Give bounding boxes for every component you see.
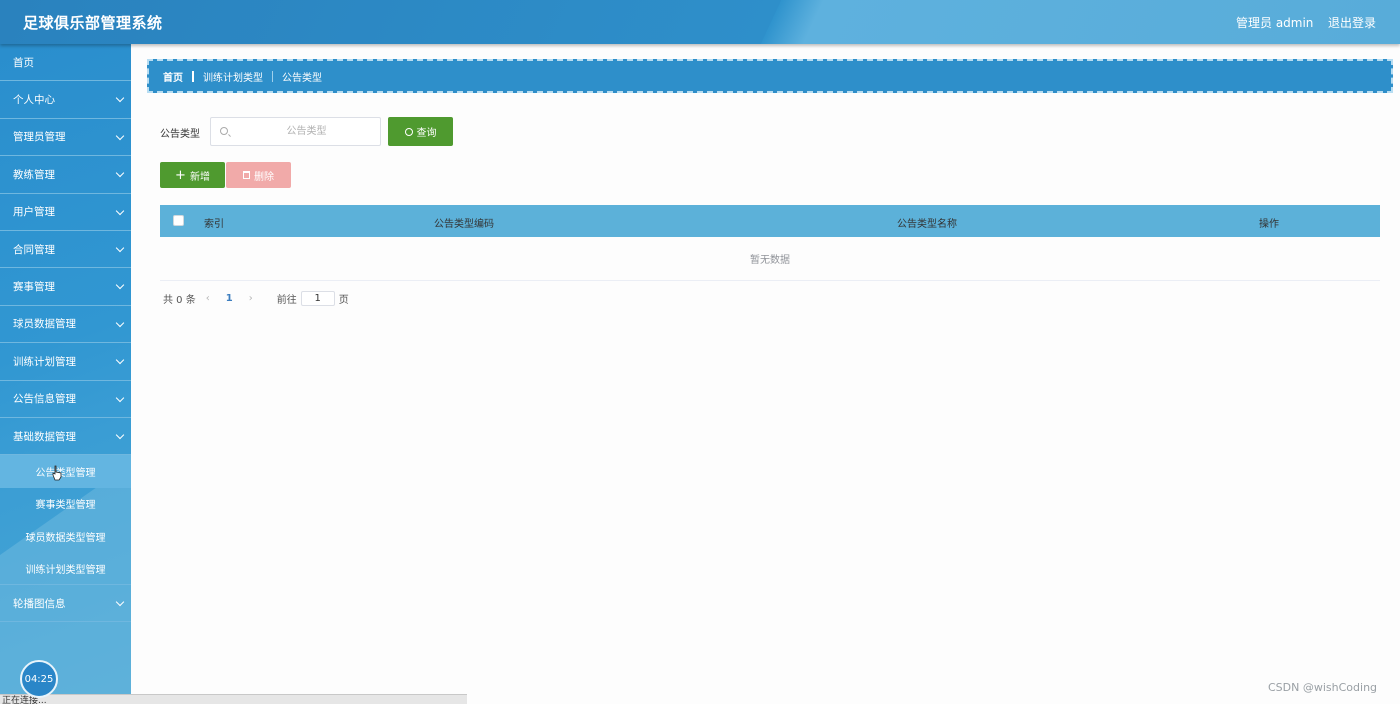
submenu-item-match-type[interactable]: 赛事类型管理 [0, 488, 131, 520]
app-title: 足球俱乐部管理系统 [23, 14, 163, 32]
sidebar-item-label: 赛事管理 [13, 281, 55, 294]
chevron-right-icon[interactable]: › [249, 293, 253, 304]
chevron-down-icon [115, 355, 125, 365]
search-label: 公告类型 [160, 129, 200, 140]
pagination: 共 0 条 ‹ 1 › 前往 页 [163, 290, 349, 306]
current-user-label: 管理员 admin [1236, 16, 1314, 30]
sidebar-item-label: 个人中心 [13, 94, 55, 107]
pointer-cursor-icon [52, 465, 62, 481]
pagination-page-unit: 页 [338, 294, 349, 306]
submenu-item-player-data-type[interactable]: 球员数据类型管理 [0, 520, 131, 552]
sidebar: 首页 个人中心 管理员管理 教练管理 用户管理 合同管理 赛事管理 球员数据管理… [0, 44, 131, 704]
table-empty-state: 暂无数据 [160, 237, 1380, 281]
sidebar-item-label: 公告信息管理 [13, 393, 76, 406]
browser-status-bar: 正在连接... [0, 694, 467, 704]
chevron-down-icon [115, 430, 125, 440]
sidebar-item-label: 球员数据管理 [13, 318, 76, 331]
chevron-down-icon [115, 94, 125, 103]
select-all-checkbox[interactable] [173, 215, 184, 226]
sidebar-item-personal-center[interactable]: 个人中心 [0, 81, 131, 119]
sidebar-item-label: 用户管理 [13, 206, 55, 219]
chevron-down-icon [115, 281, 125, 290]
pagination-current-page[interactable]: 1 [226, 293, 233, 304]
sidebar-item-label: 轮播图信息 [13, 597, 66, 610]
submenu-item-notice-type[interactable]: 公告类型管理 [0, 455, 131, 488]
delete-button-label: 删除 [254, 171, 274, 183]
query-button[interactable]: 查询 [388, 117, 453, 146]
search-icon [220, 127, 228, 135]
sidebar-item-coach-management[interactable]: 教练管理 [0, 156, 131, 194]
query-button-label: 查询 [416, 128, 437, 139]
pagination-goto-input[interactable] [300, 290, 335, 306]
sidebar-item-home[interactable]: 首页 [0, 44, 131, 82]
sidebar-item-training-plan-management[interactable]: 训练计划管理 [0, 343, 131, 381]
sidebar-item-label: 教练管理 [13, 168, 55, 181]
add-button[interactable]: + 新增 [160, 162, 225, 188]
watermark: CSDN @wishCoding [1268, 681, 1378, 694]
add-button-label: 新增 [189, 171, 210, 183]
chevron-down-icon [115, 243, 125, 253]
chevron-down-icon [115, 318, 125, 327]
trash-icon [243, 171, 250, 179]
breadcrumb-training-plan-type[interactable]: 训练计划类型 [203, 69, 263, 84]
search-icon [404, 127, 413, 136]
chevron-down-icon [115, 168, 125, 178]
sidebar-item-contract-management[interactable]: 合同管理 [0, 231, 131, 269]
chevron-down-icon [115, 206, 125, 215]
sidebar-item-notice-management[interactable]: 公告信息管理 [0, 381, 131, 418]
column-header-actions: 操作 [1259, 219, 1279, 230]
chevron-down-icon [115, 131, 125, 141]
sidebar-item-user-management[interactable]: 用户管理 [0, 194, 131, 231]
sidebar-item-label: 训练计划管理 [13, 355, 76, 368]
sidebar-item-label: 合同管理 [13, 243, 55, 256]
breadcrumb-divider [272, 70, 273, 82]
chevron-left-icon[interactable]: ‹ [206, 293, 210, 304]
logout-link[interactable]: 退出登录 [1328, 14, 1376, 31]
table-header: 索引 公告类型编码 公告类型名称 操作 [160, 205, 1380, 237]
chevron-down-icon [115, 393, 125, 402]
top-header: 足球俱乐部管理系统 管理员 admin 退出登录 [0, 0, 1400, 44]
sidebar-item-label: 基础数据管理 [13, 430, 76, 443]
column-header-type-name[interactable]: 公告类型名称 [897, 215, 957, 230]
column-header-type-code[interactable]: 公告类型编码 [434, 215, 494, 230]
plus-icon: + [175, 167, 186, 183]
search-field[interactable] [210, 117, 381, 146]
sidebar-item-player-data-management[interactable]: 球员数据管理 [0, 306, 131, 344]
breadcrumb-home[interactable]: 首页 [163, 69, 183, 84]
sidebar-item-label: 管理员管理 [13, 131, 66, 144]
sidebar-item-admin-management[interactable]: 管理员管理 [0, 119, 131, 157]
submenu-item-training-plan-type[interactable]: 训练计划类型管理 [0, 552, 131, 585]
pagination-total: 共 0 条 [163, 294, 196, 306]
breadcrumb-divider [192, 70, 194, 82]
breadcrumb-notice-type: 公告类型 [282, 72, 322, 84]
base-data-submenu: 公告类型管理 赛事类型管理 球员数据类型管理 训练计划类型管理 [0, 455, 131, 585]
chevron-down-icon [115, 597, 125, 607]
pagination-goto-label: 前往 [276, 294, 297, 306]
column-header-index[interactable]: 索引 [204, 215, 224, 230]
breadcrumb: 首页 训练计划类型 公告类型 [147, 59, 1393, 93]
sidebar-item-base-data-management[interactable]: 基础数据管理 [0, 418, 131, 456]
clock-badge: 04:25 [20, 660, 58, 698]
sidebar-item-match-management[interactable]: 赛事管理 [0, 268, 131, 306]
sidebar-item-carousel-info[interactable]: 轮播图信息 [0, 585, 131, 623]
sidebar-item-label: 首页 [13, 56, 34, 69]
delete-button[interactable]: 删除 [226, 162, 291, 188]
search-input[interactable] [233, 118, 380, 145]
